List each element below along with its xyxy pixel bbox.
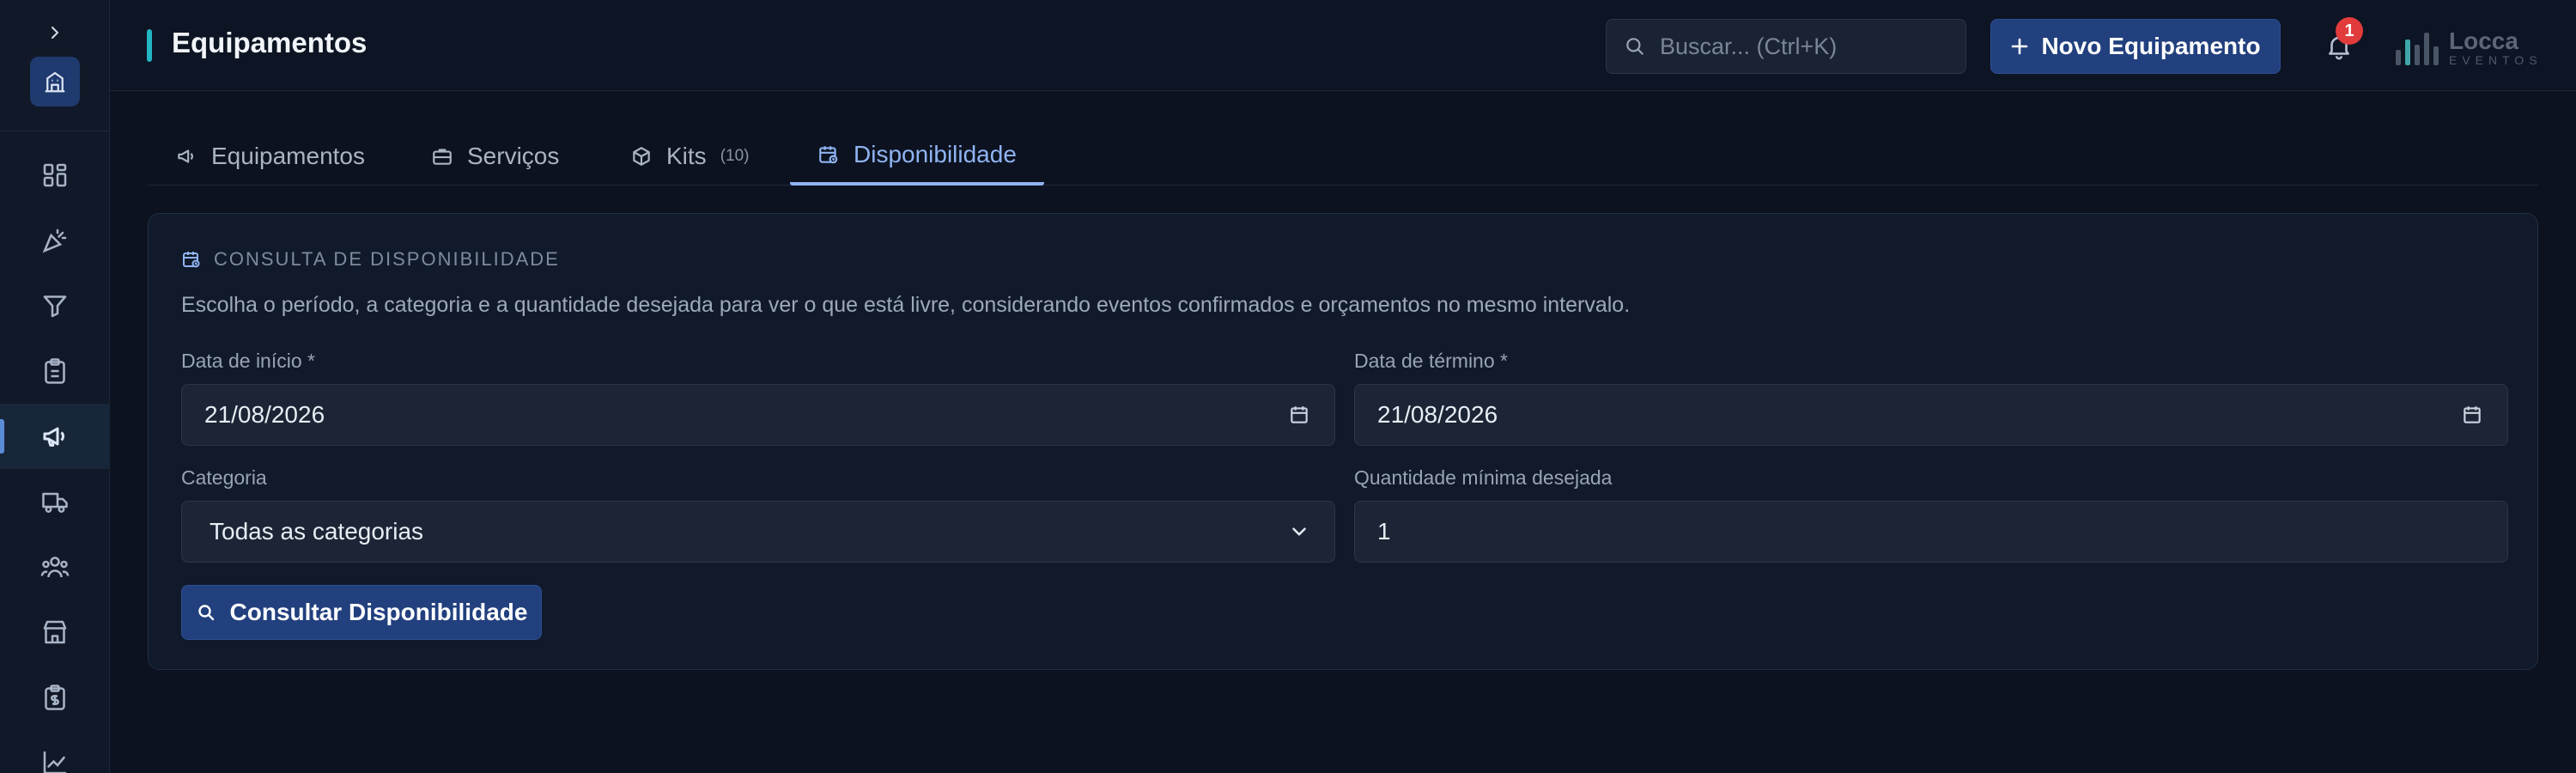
- new-equipment-label: Novo Equipamento: [2041, 33, 2261, 59]
- quantity-input[interactable]: 1: [1354, 501, 2508, 563]
- new-equipment-button[interactable]: Novo Equipamento: [1990, 19, 2281, 74]
- invoice-icon: [45, 685, 65, 710]
- quantity-value: 1: [1377, 518, 1391, 545]
- start-date-label: Data de início *: [181, 350, 315, 372]
- start-date-value: 21/08/2026: [204, 401, 325, 428]
- availability-card: CONSULTA DE DISPONIBILIDADE Escolha o pe…: [148, 213, 2538, 670]
- end-date-value: 21/08/2026: [1377, 401, 1498, 428]
- filter-icon: [43, 295, 67, 318]
- megaphone-icon: [178, 149, 193, 163]
- tab-servicos[interactable]: Serviços: [404, 127, 586, 186]
- box-icon: [633, 147, 650, 166]
- search-box[interactable]: [1606, 19, 1966, 74]
- party-icon: [42, 228, 67, 253]
- chevron-right-icon: [51, 26, 59, 40]
- card-title: CONSULTA DE DISPONIBILIDADE: [214, 248, 560, 270]
- tab-label: Disponibilidade: [854, 141, 1017, 167]
- tab-equipamentos[interactable]: Equipamentos: [148, 127, 392, 186]
- end-date-field[interactable]: 21/08/2026: [1354, 384, 2508, 446]
- org-logo[interactable]: [30, 57, 80, 107]
- calendar-check-icon: [819, 146, 838, 164]
- card-header: CONSULTA DE DISPONIBILIDADE: [181, 248, 560, 271]
- tab-label: Equipamentos: [211, 143, 366, 169]
- megaphone-icon: [43, 427, 64, 447]
- tab-label: Serviços: [467, 143, 560, 169]
- calendar-icon: [2464, 406, 2481, 423]
- tab-label: Kits: [666, 143, 707, 169]
- card-description: Escolha o período, a categoria e a quant…: [181, 293, 1631, 317]
- bars-logo-icon: [2396, 33, 2439, 65]
- page-title: Equipamentos: [172, 27, 368, 58]
- chart-icon: [43, 751, 67, 773]
- tab-kits[interactable]: Kits (10): [603, 127, 776, 186]
- search-icon: [1626, 38, 1643, 55]
- plus-icon: [2012, 38, 2028, 55]
- calendar-clock-icon: [183, 252, 200, 268]
- tab-bar: Equipamentos Serviços Kits (10) Disponib…: [148, 127, 2538, 186]
- sidebar-item-logistics[interactable]: [0, 469, 110, 534]
- truck-icon: [42, 492, 68, 513]
- tab-disponibilidade[interactable]: Disponibilidade: [790, 127, 1044, 186]
- end-date-label: Data de término *: [1354, 350, 1508, 372]
- sidebar-item-events[interactable]: [0, 208, 110, 273]
- dashboard-icon: [43, 163, 67, 187]
- top-header: Equipamentos Novo Equipamento 1 Locca EV…: [110, 0, 2576, 91]
- sidebar-item-finance[interactable]: [0, 665, 110, 730]
- sidebar-item-checklist[interactable]: [0, 338, 110, 404]
- sidebar-item-suppliers[interactable]: [0, 600, 110, 665]
- title-accent-bar: [147, 29, 152, 62]
- start-date-field[interactable]: 21/08/2026: [181, 384, 1335, 446]
- sidebar: [0, 0, 110, 773]
- category-select[interactable]: Todas as categorias: [181, 501, 1335, 563]
- quantity-label: Quantidade mínima desejada: [1354, 466, 1613, 489]
- store-icon: [43, 620, 67, 644]
- category-label: Categoria: [181, 466, 267, 489]
- sidebar-item-funnel[interactable]: [0, 273, 110, 338]
- consult-availability-button[interactable]: Consultar Disponibilidade: [181, 585, 542, 640]
- chevron-down-icon: [1292, 527, 1306, 536]
- tab-count: (10): [720, 147, 750, 165]
- category-value: Todas as categorias: [210, 518, 424, 545]
- calendar-icon: [1291, 406, 1308, 423]
- search-input[interactable]: [1660, 33, 1943, 60]
- building-icon: [45, 71, 65, 93]
- sidebar-item-reports[interactable]: [0, 730, 110, 773]
- brand-name: Locca: [2449, 27, 2518, 54]
- search-icon: [197, 605, 214, 621]
- sidebar-item-team[interactable]: [0, 534, 110, 600]
- brand-subtitle: EVENTOS: [2449, 53, 2543, 67]
- sidebar-item-equipment[interactable]: [0, 404, 110, 469]
- notification-badge: 1: [2336, 17, 2363, 45]
- brand-logo: Locca EVENTOS: [2394, 24, 2557, 70]
- sidebar-item-dashboard[interactable]: [0, 143, 110, 208]
- briefcase-icon: [433, 149, 452, 165]
- users-icon: [40, 557, 70, 578]
- sidebar-toggle-button[interactable]: [41, 19, 69, 46]
- clipboard-icon: [45, 358, 65, 384]
- consult-button-label: Consultar Disponibilidade: [229, 599, 528, 625]
